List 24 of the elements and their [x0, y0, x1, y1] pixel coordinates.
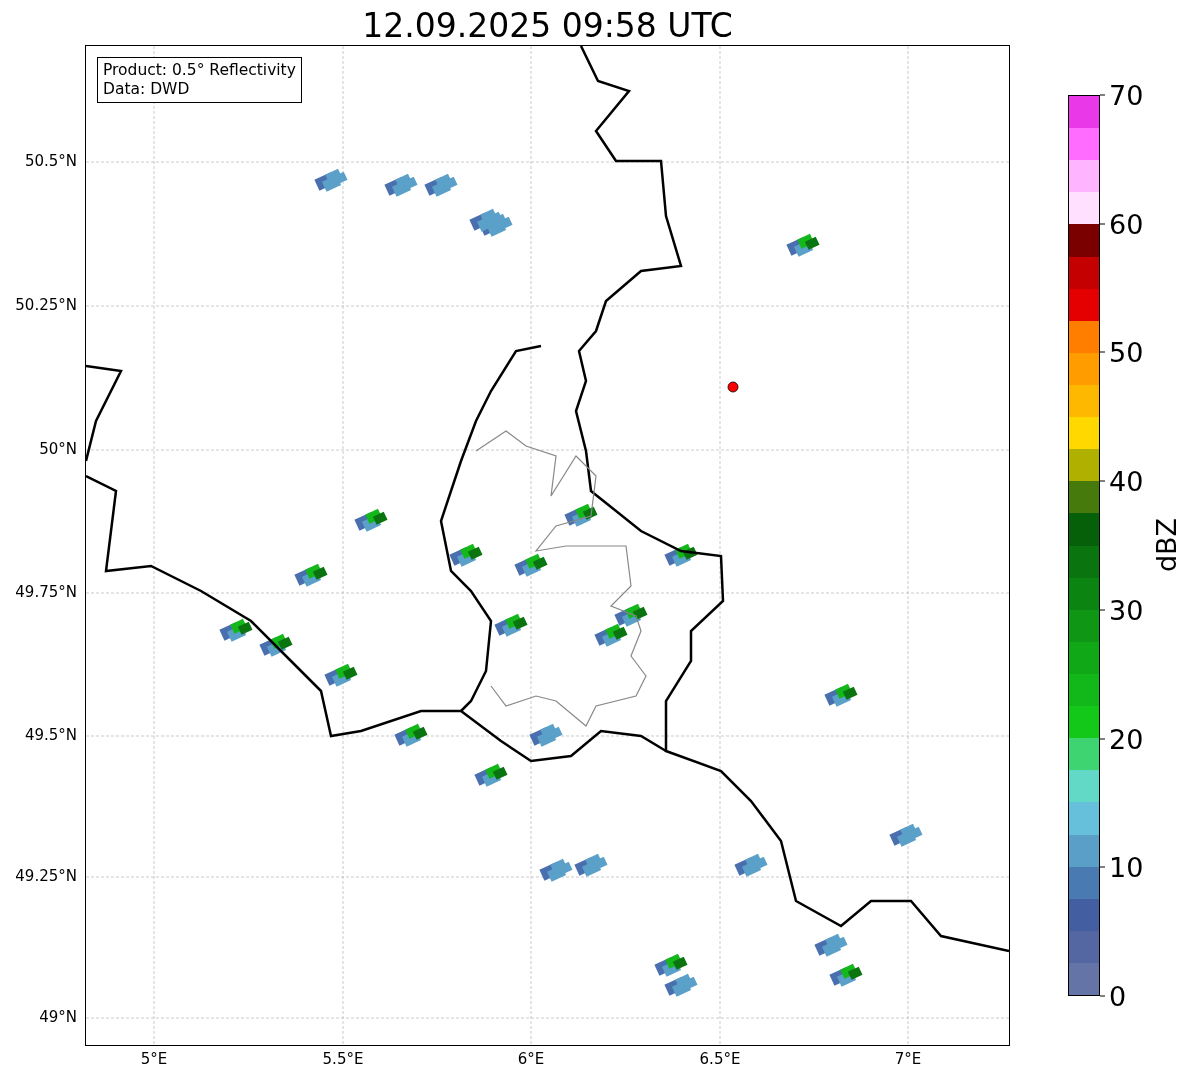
- latitude-label: 50.5°N: [24, 152, 77, 170]
- colorbar-tick-label: 0: [1109, 980, 1127, 1012]
- longitude-label: 7°E: [894, 1050, 922, 1068]
- longitude-label: 5.5°E: [322, 1050, 364, 1068]
- info-text: Data: DWD: [103, 80, 190, 99]
- colorbar-tick-label: 20: [1109, 723, 1144, 755]
- colorbar-tick-label: 50: [1109, 336, 1144, 368]
- chart-title: 12.09.2025 09:58 UTC: [362, 5, 733, 45]
- colorbar-tick-label: 10: [1109, 851, 1144, 883]
- colorbar-tick-label: 40: [1109, 465, 1144, 497]
- info-text: Product: 0.5° Reflectivity: [103, 61, 296, 80]
- latitude-label: 49°N: [39, 1008, 77, 1026]
- colorbar-label: dBZ: [1150, 517, 1182, 573]
- latitude-label: 49.25°N: [15, 867, 77, 885]
- latitude-label: 49.75°N: [15, 583, 77, 601]
- latitude-label: 50.25°N: [15, 296, 77, 314]
- longitude-label: 6.5°E: [699, 1050, 741, 1068]
- latitude-label: 50°N: [39, 440, 77, 458]
- colorbar-tick-label: 30: [1109, 594, 1144, 626]
- colorbar-tick-label: 70: [1109, 79, 1144, 111]
- longitude-label: 5°E: [140, 1050, 168, 1068]
- latitude-label: 49.5°N: [24, 726, 77, 744]
- longitude-label: 6°E: [517, 1050, 545, 1068]
- colorbar-tick-label: 60: [1109, 208, 1144, 240]
